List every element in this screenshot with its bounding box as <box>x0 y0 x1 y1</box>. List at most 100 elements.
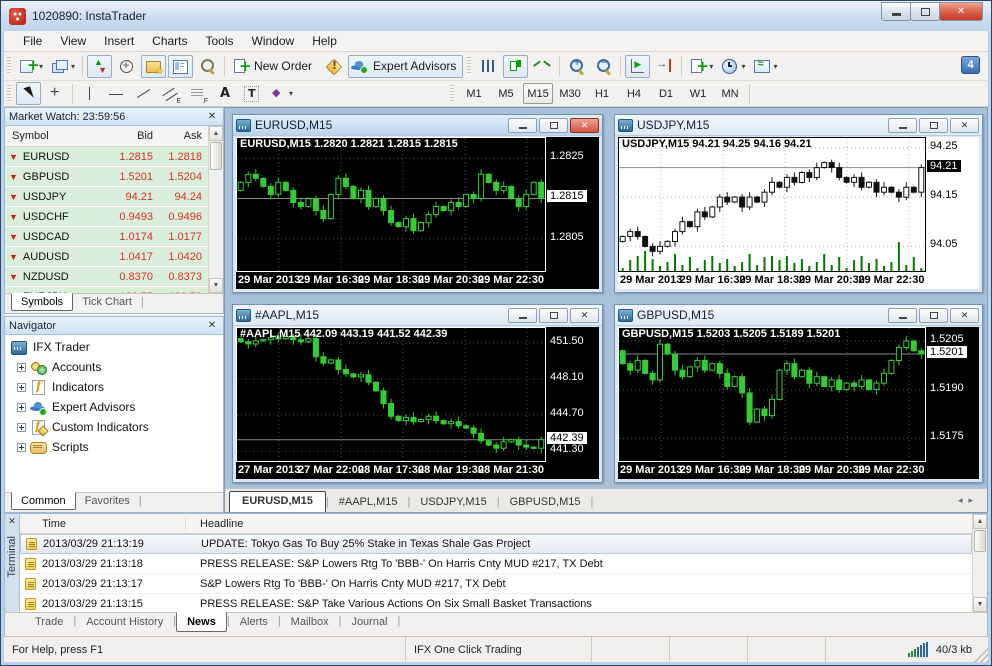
price-scale[interactable]: 1.2825 1.2815 1.2805 <box>546 137 599 272</box>
time-scale[interactable]: 27 Mar 2013 27 Mar 22:00 28 Mar 17:30 28 Ma… <box>236 463 599 479</box>
comment-badge[interactable]: 4 <box>961 56 980 74</box>
news-column-headers[interactable]: Time Headline <box>20 514 972 534</box>
timeframe-button-m1[interactable]: M1 <box>459 83 489 104</box>
strategy-tester-button[interactable] <box>195 55 220 78</box>
scroll-thumb[interactable] <box>210 142 222 170</box>
market-watch-tab-tick-chart[interactable]: Tick Chart <box>73 294 141 310</box>
navigator-tab-common[interactable]: Common <box>11 492 76 510</box>
market-watch-row-gbpusd[interactable]: ▼ GBPUSD 1.5201 1.5204 <box>5 167 208 187</box>
terminal-tab-alerts[interactable]: Alerts <box>230 613 278 631</box>
terminal-tab-trade[interactable]: Trade <box>25 613 73 631</box>
timeframe-button-d1[interactable]: D1 <box>651 83 681 104</box>
timeframe-button-w1[interactable]: W1 <box>683 83 713 104</box>
time-scale[interactable]: 29 Mar 2013 29 Mar 16:30 29 Mar 18:30 29 Ma… <box>618 463 979 479</box>
close-icon[interactable]: ✕ <box>205 320 219 331</box>
market-watch-scrollbar[interactable]: ▲ ▼ <box>208 126 223 293</box>
market-watch-row-audusd[interactable]: ▼ AUDUSD 1.0417 1.0420 <box>5 247 208 267</box>
chart-minimize-button[interactable] <box>508 117 537 133</box>
chart-window-titlebar[interactable]: USDJPY,M15 ✕ <box>615 115 982 136</box>
status-trading-mode[interactable]: IFX One Click Trading <box>406 637 592 662</box>
toolbar-grip[interactable] <box>7 84 11 103</box>
market-watch-row-eurusd[interactable]: ▼ EURUSD 1.2815 1.2818 <box>5 147 208 167</box>
chart-close-button[interactable]: ✕ <box>570 307 599 323</box>
market-watch-row-nzdusd[interactable]: ▼ NZDUSD 0.8370 0.8373 <box>5 267 208 287</box>
chart-tab-usdjpym15[interactable]: USDJPY,M15 <box>410 493 496 512</box>
zoom-out-button[interactable] <box>591 55 616 78</box>
menu-item-charts[interactable]: Charts <box>143 32 196 50</box>
market-watch-button[interactable] <box>87 54 113 78</box>
cursor-button[interactable] <box>16 82 41 105</box>
new-order-button[interactable]: New Order <box>229 55 319 78</box>
timeframe-button-h1[interactable]: H1 <box>587 83 617 104</box>
chart-close-button[interactable]: ✕ <box>570 117 599 133</box>
horizontal-line-button[interactable] <box>104 82 129 105</box>
timeframe-button-m30[interactable]: M30 <box>555 83 585 104</box>
scroll-down-icon[interactable]: ▼ <box>973 597 987 612</box>
timeframe-button-m15[interactable]: M15 <box>523 83 554 104</box>
close-button[interactable]: ✕ <box>939 2 983 21</box>
chart-plot-gbpusd[interactable] <box>618 327 926 462</box>
column-header-time[interactable]: Time <box>20 517 186 530</box>
toolbar-grip[interactable] <box>7 57 11 75</box>
market-watch-row-usdcad[interactable]: ▼ USDCAD 1.0174 1.0177 <box>5 227 208 247</box>
chart-minimize-button[interactable] <box>888 117 917 133</box>
terminal-tab-account-history[interactable]: Account History <box>76 613 173 631</box>
important-button[interactable] <box>321 55 346 78</box>
timeframe-button-h4[interactable]: H4 <box>619 83 649 104</box>
expand-plus-icon[interactable] <box>17 362 26 372</box>
navigator-item-indicators[interactable]: Indicators <box>7 377 221 397</box>
toolbar-grip[interactable] <box>467 57 472 75</box>
column-header-headline[interactable]: Headline <box>186 518 972 530</box>
market-watch-tab-symbols[interactable]: Symbols <box>11 293 74 311</box>
expand-plus-icon[interactable] <box>17 402 26 412</box>
menu-item-tools[interactable]: Tools <box>197 32 243 50</box>
chart-restore-button[interactable] <box>539 117 568 133</box>
chart-window-titlebar[interactable]: #AAPL,M15 ✕ <box>233 305 602 326</box>
menu-item-window[interactable]: Window <box>243 32 304 50</box>
scroll-thumb[interactable] <box>974 530 986 552</box>
chart-tab-gbpusdm15[interactable]: GBPUSD,M15 <box>500 493 591 512</box>
titlebar[interactable]: 1020890: InstaTrader ✕ <box>1 1 991 31</box>
resize-grip[interactable] <box>974 648 988 662</box>
market-watch-header[interactable]: Market Watch: 23:59:56 ✕ <box>5 108 223 126</box>
news-row[interactable]: 2013/03/29 21:13:15 PRESS RELEASE: S&P Ta… <box>20 594 972 612</box>
trendline-button[interactable] <box>131 82 156 105</box>
chart-plot-usdjpy[interactable] <box>618 137 926 272</box>
indicators-button[interactable]: ▾ <box>686 55 716 78</box>
scroll-down-icon[interactable]: ▼ <box>209 278 223 293</box>
chart-tab-aaplm15[interactable]: #AAPL,M15 <box>329 493 408 512</box>
maximize-button[interactable] <box>910 2 940 21</box>
time-scale[interactable]: 29 Mar 2013 29 Mar 16:30 29 Mar 18:30 29 Ma… <box>236 273 599 289</box>
menu-item-help[interactable]: Help <box>303 32 346 50</box>
scroll-up-icon[interactable]: ▲ <box>973 514 987 529</box>
auto-scroll-button[interactable] <box>625 54 651 78</box>
navigator-button[interactable] <box>141 54 167 78</box>
news-row[interactable]: 2013/03/29 21:13:19 UPDATE: Tokyo Gas To … <box>20 534 972 554</box>
terminal-button[interactable] <box>168 54 194 78</box>
news-row[interactable]: 2013/03/29 21:13:18 PRESS RELEASE: S&P Lo… <box>20 554 972 574</box>
expert-advisors-button[interactable]: Expert Advisors <box>348 54 464 78</box>
bar-chart-button[interactable] <box>476 55 501 78</box>
navigator-item-custom-indicators[interactable]: Custom Indicators <box>7 417 221 437</box>
chart-minimize-button[interactable] <box>888 307 917 323</box>
chart-tab-eurusdm15[interactable]: EURUSD,M15 <box>229 491 326 512</box>
chart-shift-button[interactable] <box>652 55 677 78</box>
column-header-bid[interactable]: Bid <box>97 130 153 142</box>
market-watch-column-headers[interactable]: Symbol Bid Ask <box>5 126 208 147</box>
news-scrollbar[interactable]: ▲ ▼ <box>972 514 987 612</box>
text-label-button[interactable] <box>239 82 264 105</box>
terminal-tab-news[interactable]: News <box>176 612 227 632</box>
crosshair-button[interactable] <box>43 82 68 105</box>
chart-restore-button[interactable] <box>919 117 948 133</box>
chart-window-aapl[interactable]: #AAPL,M15 ✕ #AAPL,M15 442.09 443.19 441.52… <box>232 304 603 483</box>
price-scale[interactable]: 94.25 94.21 94.15 94.05 <box>926 137 979 272</box>
column-header-ask[interactable]: Ask <box>153 130 208 142</box>
terminal-tab-mailbox[interactable]: Mailbox <box>281 613 339 631</box>
chart-minimize-button[interactable] <box>508 307 537 323</box>
profiles-button[interactable]: ▾ <box>48 55 78 78</box>
column-header-symbol[interactable]: Symbol <box>5 130 97 142</box>
timeframe-button-mn[interactable]: MN <box>715 83 745 104</box>
data-window-button[interactable] <box>114 55 139 78</box>
close-icon[interactable]: ✕ <box>205 111 219 122</box>
zoom-in-button[interactable] <box>564 55 589 78</box>
